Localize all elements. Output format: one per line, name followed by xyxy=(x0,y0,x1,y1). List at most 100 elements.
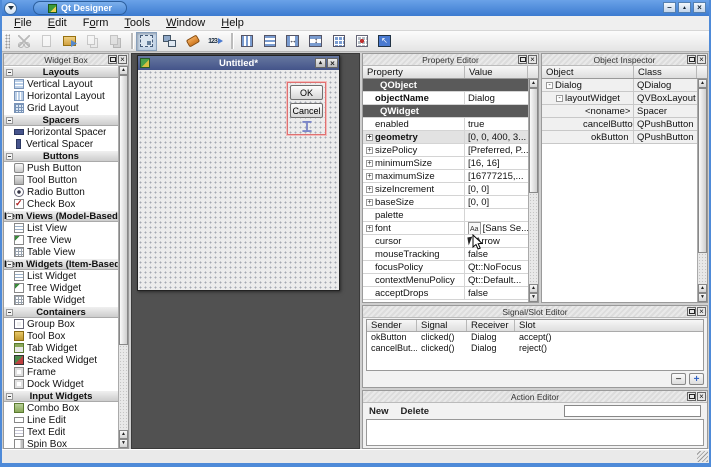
scroll-up-button[interactable] xyxy=(698,284,707,293)
copy-button[interactable] xyxy=(82,32,103,51)
menu-tools[interactable]: Tools xyxy=(116,17,158,29)
action-filter-input[interactable] xyxy=(564,405,701,417)
column-header-slot[interactable]: Slot xyxy=(515,320,703,331)
widget-item[interactable]: List Widget xyxy=(4,270,118,282)
widget-item[interactable]: Tree View xyxy=(4,234,118,246)
connection-row[interactable]: cancelBut... clicked() Dialog reject() xyxy=(367,343,703,354)
widget-item[interactable]: Buttons xyxy=(4,150,118,162)
widget-item[interactable]: Layouts xyxy=(4,66,118,78)
property-row[interactable]: focusPolicy Qt::NoFocus xyxy=(363,261,528,274)
object-row[interactable]: cancelButton QPushButton xyxy=(542,118,697,131)
widget-item[interactable]: Vertical Layout xyxy=(4,78,118,90)
widget-item[interactable]: Grid Layout xyxy=(4,102,118,114)
scroll-down-button[interactable] xyxy=(119,439,128,448)
inspector-scrollbar[interactable] xyxy=(697,79,707,302)
collapse-icon[interactable] xyxy=(6,117,13,124)
expand-icon[interactable]: + xyxy=(366,225,373,232)
form-canvas[interactable]: OK Cancel xyxy=(138,70,339,290)
float-panel-button[interactable] xyxy=(518,55,527,64)
column-header-receiver[interactable]: Receiver xyxy=(467,320,515,331)
layout-vertical-button[interactable] xyxy=(259,32,280,51)
edit-widgets-button[interactable] xyxy=(136,32,157,51)
scroll-thumb[interactable] xyxy=(119,75,128,345)
menu-edit[interactable]: Edit xyxy=(40,17,75,29)
widget-item[interactable]: Spin Box xyxy=(4,438,118,448)
collapse-icon[interactable] xyxy=(6,213,13,220)
expand-icon[interactable]: + xyxy=(366,199,373,206)
widget-item[interactable]: Tab Widget xyxy=(4,342,118,354)
resize-grip[interactable] xyxy=(697,451,708,462)
scroll-down-button[interactable] xyxy=(529,293,538,302)
property-row[interactable]: cursor Arrow xyxy=(363,235,528,248)
column-header-object[interactable]: Object xyxy=(542,66,634,78)
add-connection-button[interactable] xyxy=(689,373,704,385)
property-row[interactable]: palette xyxy=(363,209,528,222)
object-row[interactable]: - layoutWidget QVBoxLayout xyxy=(542,92,697,105)
signal-slot-header[interactable]: Signal/Slot Editor xyxy=(363,306,707,318)
property-scrollbar[interactable] xyxy=(528,79,538,302)
edit-signals-slots-button[interactable] xyxy=(159,32,180,51)
column-header-property[interactable]: Property xyxy=(363,66,465,78)
object-inspector-header[interactable]: Object Inspector xyxy=(542,54,707,66)
close-panel-button[interactable] xyxy=(118,55,127,64)
collapse-icon[interactable] xyxy=(6,309,13,316)
collapse-icon[interactable] xyxy=(6,393,13,400)
scroll-thumb[interactable] xyxy=(529,88,538,193)
scroll-up-button[interactable] xyxy=(698,79,707,88)
float-panel-button[interactable] xyxy=(687,392,696,401)
property-row[interactable]: QWidget xyxy=(363,105,528,118)
new-action-button[interactable]: New xyxy=(369,406,389,417)
widget-item[interactable]: Vertical Spacer xyxy=(4,138,118,150)
close-panel-button[interactable] xyxy=(528,55,537,64)
expand-icon[interactable]: + xyxy=(366,134,373,141)
widget-box-scrollbar[interactable] xyxy=(118,66,128,448)
property-row[interactable]: + sizeIncrement [0, 0] xyxy=(363,183,528,196)
minimize-button[interactable] xyxy=(663,2,676,13)
delete-action-button[interactable]: Delete xyxy=(401,406,430,417)
property-row[interactable]: contextMenuPolicy Qt::Default... xyxy=(363,274,528,287)
widget-item[interactable]: Line Edit xyxy=(4,414,118,426)
remove-connection-button[interactable] xyxy=(671,373,686,385)
close-panel-button[interactable] xyxy=(697,392,706,401)
property-row[interactable]: + geometry [0, 0, 400, 3... xyxy=(363,131,528,144)
widget-item[interactable]: Item Views (Model-Based) xyxy=(4,210,118,222)
widget-item[interactable]: List View xyxy=(4,222,118,234)
widget-item[interactable]: Stacked Widget xyxy=(4,354,118,366)
widget-item[interactable]: Group Box xyxy=(4,318,118,330)
column-header-sender[interactable]: Sender xyxy=(367,320,417,331)
widget-item[interactable]: Frame xyxy=(4,366,118,378)
column-header-class[interactable]: Class xyxy=(634,66,697,78)
object-row[interactable]: - Dialog QDialog xyxy=(542,79,697,92)
property-editor-header[interactable]: Property Editor xyxy=(363,54,538,66)
widget-item[interactable]: Dock Widget xyxy=(4,378,118,390)
paste-button[interactable] xyxy=(105,32,126,51)
vertical-spacer-widget[interactable] xyxy=(300,121,314,132)
menu-file[interactable]: File xyxy=(6,17,40,29)
expand-icon[interactable]: + xyxy=(366,173,373,180)
widget-item[interactable]: Table Widget xyxy=(4,294,118,306)
scroll-up-button[interactable] xyxy=(119,430,128,439)
cancel-button-widget[interactable]: Cancel xyxy=(290,103,323,118)
collapse-icon[interactable] xyxy=(6,153,13,160)
property-row[interactable]: + maximumSize [16777215,... xyxy=(363,170,528,183)
form-window[interactable]: Untitled* OK Cancel xyxy=(137,55,340,291)
adjust-size-button[interactable] xyxy=(374,32,395,51)
widget-item[interactable]: Horizontal Spacer xyxy=(4,126,118,138)
widget-item[interactable]: Tool Box xyxy=(4,330,118,342)
widget-item[interactable]: Spacers xyxy=(4,114,118,126)
menu-window[interactable]: Window xyxy=(158,17,213,29)
object-row[interactable]: <noname> Spacer xyxy=(542,105,697,118)
layout-horizontal-button[interactable] xyxy=(236,32,257,51)
widget-item[interactable]: Text Edit xyxy=(4,426,118,438)
widget-item[interactable]: Tool Button xyxy=(4,174,118,186)
scroll-up-button[interactable] xyxy=(529,284,538,293)
property-row[interactable]: + sizePolicy [Preferred, P... xyxy=(363,144,528,157)
property-row[interactable]: enabled true xyxy=(363,118,528,131)
widget-item[interactable]: Containers xyxy=(4,306,118,318)
scroll-thumb[interactable] xyxy=(698,88,707,253)
ok-button-widget[interactable]: OK xyxy=(290,85,323,100)
form-minimize-button[interactable] xyxy=(315,58,326,68)
float-panel-button[interactable] xyxy=(687,307,696,316)
action-editor-header[interactable]: Action Editor xyxy=(363,391,707,403)
expand-icon[interactable]: - xyxy=(556,95,563,102)
